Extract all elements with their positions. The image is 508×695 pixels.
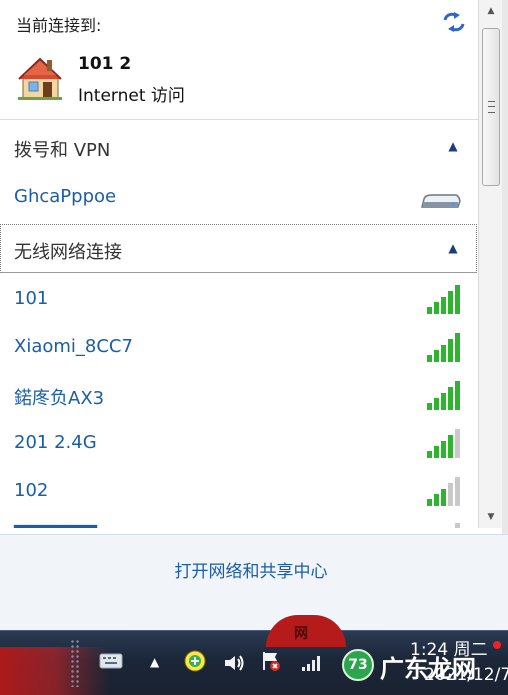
collapse-dialup-button[interactable]: ▲	[444, 139, 462, 155]
network-name: 101 2	[78, 54, 132, 74]
wifi-network-item-201[interactable]: 201 2.4G	[0, 425, 478, 465]
collapse-wireless-button[interactable]: ▲	[444, 241, 462, 257]
flyout-footer: 打开网络和共享中心	[0, 534, 508, 631]
show-hidden-icons-button[interactable]: ▲	[150, 655, 159, 669]
clock-date[interactable]: 2021/12/7	[424, 665, 508, 685]
signal-bars-icon	[427, 429, 460, 458]
vertical-scrollbar[interactable]: ▲ ▼	[478, 0, 503, 528]
connected-title: 当前连接到:	[16, 16, 102, 35]
clock-time[interactable]: 1:24 周二	[410, 635, 488, 660]
partial-wifi-network-name: ▇▇▇▇▇▇	[14, 523, 97, 528]
scroll-down-button[interactable]: ▼	[479, 506, 503, 528]
taskbar-grip[interactable]	[70, 639, 80, 687]
signal-bars-icon	[427, 381, 460, 410]
windows-taskbar: 网 ▲ 73 广东龙网 1:24 周二 2021/12/7	[0, 615, 508, 695]
signal-bars-icon	[427, 477, 460, 506]
wifi-network-name: 102	[14, 480, 49, 501]
wifi-network-name: 201 2.4G	[14, 432, 97, 453]
keyboard-icon[interactable]	[98, 649, 124, 673]
divider	[0, 119, 478, 120]
refresh-icon[interactable]	[441, 10, 467, 34]
wifi-network-item-101[interactable]: 101	[0, 281, 478, 321]
wifi-network-item-ax3[interactable]: 鍩庝负AX3	[0, 377, 478, 417]
scrollbar-grip-icon	[488, 101, 495, 113]
wifi-network-name: 101	[14, 288, 49, 309]
house-network-icon	[18, 57, 62, 100]
red-overlay-text: 网	[294, 626, 308, 642]
open-network-sharing-center-link[interactable]: 打开网络和共享中心	[0, 557, 502, 582]
notification-dot	[493, 641, 501, 649]
network-tray-icon[interactable]	[298, 649, 324, 673]
wifi-network-item-102[interactable]: 102	[0, 473, 478, 513]
modem-icon	[421, 194, 461, 208]
signal-bars-icon	[427, 285, 460, 314]
green-number-badge[interactable]: 73	[342, 649, 374, 681]
green-plus-icon[interactable]	[182, 649, 208, 673]
dialup-connection-name: GhcaPppoe	[14, 186, 117, 207]
signal-bars-icon	[427, 333, 460, 362]
signal-bars-icon	[455, 523, 460, 528]
wifi-network-name: 鍩庝负AX3	[14, 388, 105, 409]
speaker-icon[interactable]	[222, 651, 246, 675]
red-overlay	[0, 647, 110, 695]
wireless-section-title: 无线网络连接	[14, 242, 122, 263]
scrollbar-thumb[interactable]	[482, 28, 500, 186]
wifi-network-item-partial[interactable]: ▇▇▇▇▇▇	[0, 521, 478, 528]
scroll-up-button[interactable]: ▲	[479, 0, 503, 22]
network-list-scroll-area[interactable]: 当前连接到: 101 2 Internet 访问 拨号和 VPN ▲ GhcaP…	[0, 0, 478, 528]
network-flyout: 当前连接到: 101 2 Internet 访问 拨号和 VPN ▲ GhcaP…	[0, 0, 508, 631]
wifi-network-name: Xiaomi_8CC7	[14, 336, 133, 357]
dialup-connection-item[interactable]: GhcaPppoe	[0, 180, 478, 216]
wifi-network-item-xiaomi[interactable]: Xiaomi_8CC7	[0, 329, 478, 369]
network-access-status: Internet 访问	[78, 86, 185, 106]
dialup-section-title: 拨号和 VPN	[14, 140, 111, 161]
action-center-flag-icon[interactable]	[258, 649, 284, 673]
